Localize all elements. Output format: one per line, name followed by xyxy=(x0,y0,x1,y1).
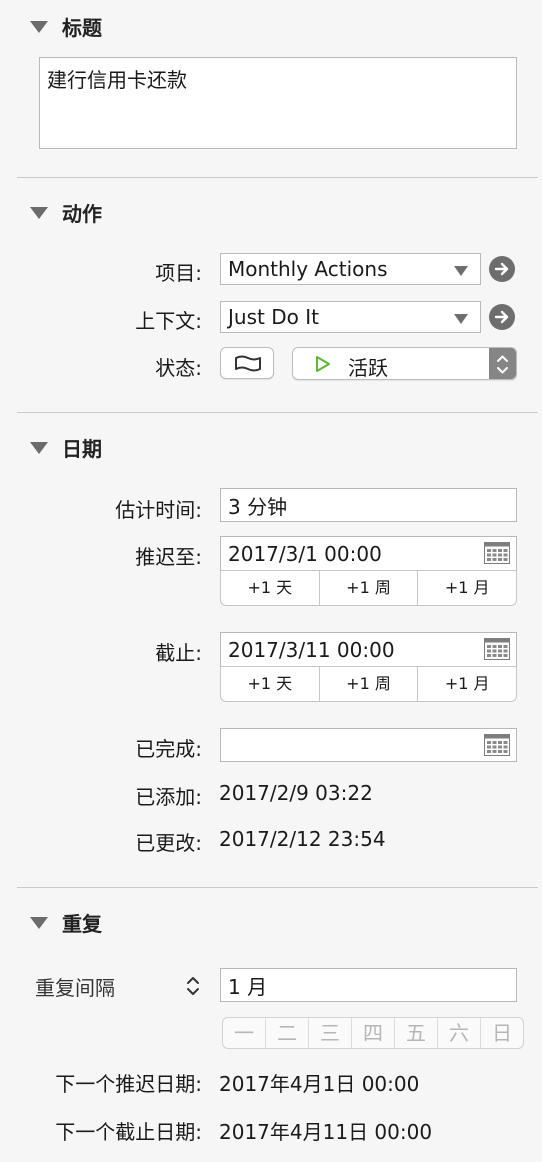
divider xyxy=(17,412,538,413)
status-label: 状态: xyxy=(155,356,202,380)
completed-label: 已完成: xyxy=(135,737,202,761)
repeat-interval-value: 1 月 xyxy=(228,974,268,999)
updown-chevron-icon xyxy=(187,977,199,995)
stepper-icon xyxy=(489,348,516,379)
estimate-value: 3 分钟 xyxy=(228,494,288,519)
due-plus-1-month-button[interactable]: +1 月 xyxy=(417,667,516,701)
disclosure-triangle-icon[interactable] xyxy=(30,916,48,929)
estimate-input[interactable]: 3 分钟 xyxy=(220,488,517,522)
status-value: 活跃 xyxy=(348,356,388,380)
go-arrow-icon xyxy=(494,310,509,324)
repeat-mode-popup[interactable]: 重复间隔 xyxy=(35,972,205,1000)
next-defer-value: 2017年4月1日 00:00 xyxy=(219,1072,420,1096)
project-dropdown[interactable]: Monthly Actions xyxy=(220,253,481,285)
title-textarea[interactable]: 建行信用卡还款 xyxy=(39,57,517,149)
next-due-value: 2017年4月11日 00:00 xyxy=(219,1120,433,1144)
added-label: 已添加: xyxy=(135,785,202,809)
weekday-fri-button[interactable]: 五 xyxy=(394,1018,437,1048)
project-value: Monthly Actions xyxy=(228,257,388,281)
updown-chevron-icon xyxy=(497,355,508,374)
calendar-icon[interactable] xyxy=(484,542,510,564)
due-plus-1-day-button[interactable]: +1 天 xyxy=(221,667,319,701)
weekday-thu-button[interactable]: 四 xyxy=(351,1018,394,1048)
title-text: 建行信用卡还款 xyxy=(47,68,187,92)
due-label: 截止: xyxy=(155,641,202,665)
due-date-value: 2017/3/11 00:00 xyxy=(228,637,395,662)
defer-plus-1-day-button[interactable]: +1 天 xyxy=(221,571,319,605)
repeat-section-label: 重复 xyxy=(62,912,102,936)
dates-section-header[interactable]: 日期 xyxy=(30,433,102,462)
weekday-sat-button[interactable]: 六 xyxy=(437,1018,480,1048)
estimate-label: 估计时间: xyxy=(115,498,202,522)
action-section-header[interactable]: 动作 xyxy=(30,198,102,227)
flag-button[interactable] xyxy=(220,347,274,379)
next-defer-label: 下一个推迟日期: xyxy=(55,1072,202,1096)
defer-plus-1-week-button[interactable]: +1 周 xyxy=(318,571,418,605)
go-to-context-button[interactable] xyxy=(489,304,515,330)
title-section-header[interactable]: 标题 xyxy=(30,12,102,41)
go-to-project-button[interactable] xyxy=(489,256,515,282)
context-dropdown[interactable]: Just Do It xyxy=(220,301,481,333)
divider xyxy=(17,887,538,888)
added-value: 2017/2/9 03:22 xyxy=(219,781,373,805)
changed-value: 2017/2/12 23:54 xyxy=(219,827,386,851)
repeat-section-header[interactable]: 重复 xyxy=(30,908,102,937)
divider xyxy=(17,177,538,178)
disclosure-triangle-icon[interactable] xyxy=(30,206,48,219)
changed-label: 已更改: xyxy=(135,831,202,855)
disclosure-triangle-icon[interactable] xyxy=(30,441,48,454)
due-date-input[interactable]: 2017/3/11 00:00 xyxy=(220,632,517,666)
calendar-icon[interactable] xyxy=(484,734,510,756)
due-plus-1-week-button[interactable]: +1 周 xyxy=(318,667,418,701)
status-popup-button[interactable]: 活跃 xyxy=(292,347,517,380)
flag-icon xyxy=(235,355,261,372)
context-value: Just Do It xyxy=(228,305,319,329)
disclosure-triangle-icon[interactable] xyxy=(30,20,48,33)
weekday-mon-button[interactable]: 一 xyxy=(223,1018,265,1048)
completed-date-input[interactable] xyxy=(220,728,517,762)
action-section-label: 动作 xyxy=(62,202,102,226)
defer-label: 推迟至: xyxy=(135,545,202,569)
weekday-sun-button[interactable]: 日 xyxy=(480,1018,523,1048)
project-label: 项目: xyxy=(155,261,202,285)
chevron-down-icon xyxy=(454,266,468,276)
defer-date-value: 2017/3/1 00:00 xyxy=(228,541,382,566)
calendar-icon[interactable] xyxy=(484,638,510,660)
repeat-interval-input[interactable]: 1 月 xyxy=(220,968,517,1002)
defer-plus-1-month-button[interactable]: +1 月 xyxy=(417,571,516,605)
weekday-wed-button[interactable]: 三 xyxy=(308,1018,351,1048)
defer-quick-add-segmented[interactable]: +1 天 +1 周 +1 月 xyxy=(220,570,517,606)
next-due-label: 下一个截止日期: xyxy=(55,1120,202,1144)
context-label: 上下文: xyxy=(135,309,202,333)
weekday-tue-button[interactable]: 二 xyxy=(265,1018,308,1048)
title-section-label: 标题 xyxy=(62,16,102,40)
chevron-down-icon xyxy=(454,314,468,324)
repeat-mode-value: 重复间隔 xyxy=(35,976,115,1000)
weekday-selector[interactable]: 一 二 三 四 五 六 日 xyxy=(222,1017,524,1049)
go-arrow-icon xyxy=(494,262,509,276)
defer-date-input[interactable]: 2017/3/1 00:00 xyxy=(220,536,517,570)
play-icon xyxy=(316,356,330,372)
due-quick-add-segmented[interactable]: +1 天 +1 周 +1 月 xyxy=(220,666,517,702)
dates-section-label: 日期 xyxy=(62,437,102,461)
